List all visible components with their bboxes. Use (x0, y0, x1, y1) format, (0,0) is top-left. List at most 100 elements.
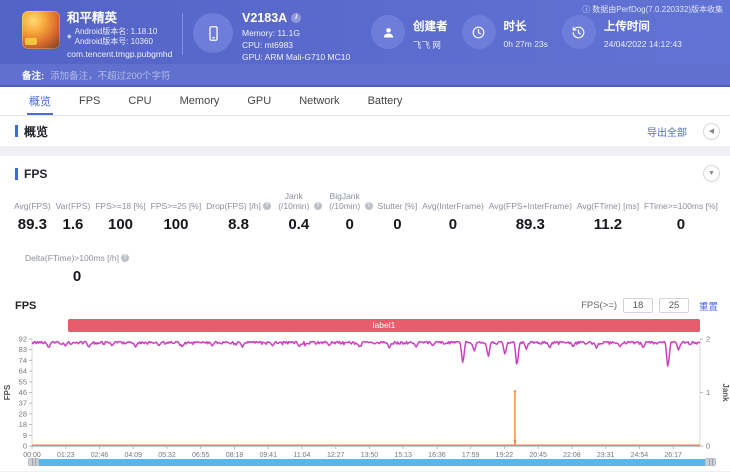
help-icon[interactable]: ? (364, 202, 373, 210)
collapse-section-button[interactable]: ▼ (703, 165, 720, 182)
stat-value: 0 (448, 216, 458, 233)
stat-avg-fps-: Avg(FPS) 89.3 (14, 191, 51, 233)
note-input[interactable]: 添加备注，不超过200个字符 (50, 68, 170, 82)
svg-text:Jank: Jank (721, 383, 730, 402)
svg-text:46: 46 (19, 388, 27, 397)
help-icon[interactable]: ? (313, 202, 322, 210)
device-info-icon[interactable]: i (291, 13, 302, 23)
stat-label: Jank (/10min) (278, 191, 310, 211)
creator-block: 创建者 飞飞 网 (371, 11, 448, 51)
device-info-block: V2183A i Memory: 11.1G CPU: mt6983 GPU: … (193, 11, 371, 63)
stat-label: Drop(FPS) [/h] (206, 201, 261, 211)
stat-bigjank-10min-: BigJank (/10min)? 0 (327, 191, 373, 233)
svg-text:28: 28 (19, 409, 27, 418)
svg-text:13:50: 13:50 (361, 452, 379, 458)
stat-stutter-: Stutter [%] 0 (378, 191, 418, 233)
upload-time-block: 上传时间 24/04/2022 14:12:43 (561, 11, 682, 49)
stat-value: 8.8 (228, 216, 249, 233)
upload-time-label: 上传时间 (603, 21, 650, 33)
svg-text:09:41: 09:41 (259, 452, 277, 458)
stat-label: FPS>=25 [%] (150, 201, 202, 211)
fps-chart-head: FPS FPS(>=) 重置 (0, 285, 730, 313)
person-icon (371, 15, 405, 49)
fps-section-head: FPS ▼ (0, 156, 730, 182)
help-icon[interactable]: ? (262, 202, 271, 210)
svg-text:74: 74 (19, 356, 27, 365)
perfdog-report-page: ⓘ 数据由PerfDog(7.0.220332)版本收集 和平精英 ◆ Andr… (0, 0, 730, 472)
creator-label: 创建者 (413, 21, 448, 33)
svg-text:20:45: 20:45 (529, 452, 547, 458)
stat-label: FPS>=18 [%] (95, 201, 146, 211)
stat-avg-fps-interframe-: Avg(FPS+InterFrame) 89.3 (489, 191, 572, 233)
chart-label-bar[interactable]: label1 (68, 319, 700, 332)
slider-left-handle[interactable] (28, 458, 39, 466)
duration-block: 时长 0h 27m 23s (461, 11, 548, 49)
svg-text:FPS: FPS (3, 384, 12, 400)
collapse-panel-button[interactable]: ◀ (703, 122, 720, 140)
fps-section-title: FPS (24, 166, 48, 181)
tab-GPU[interactable]: GPU (233, 87, 285, 115)
fps-threshold1-input[interactable] (622, 298, 653, 313)
tab-Memory[interactable]: Memory (166, 87, 234, 115)
tab-概览[interactable]: 概览 (15, 87, 65, 115)
svg-text:0: 0 (23, 442, 27, 451)
stat-value: 89.3 (17, 216, 47, 233)
tab-Network[interactable]: Network (285, 87, 353, 115)
section-bar (15, 125, 18, 137)
stat-value: 100 (163, 216, 189, 233)
stat-value: 0.4 (288, 216, 310, 233)
svg-text:37: 37 (19, 399, 27, 408)
svg-text:19:22: 19:22 (496, 452, 514, 458)
fps-threshold-label: FPS(>=) (581, 300, 617, 311)
app-info-block: 和平精英 ◆ Android版本名: 1.18.10 Android版本号: 1… (22, 11, 178, 59)
game-title: 和平精英 (67, 11, 118, 25)
overview-title: 概览 (24, 124, 49, 139)
tab-CPU[interactable]: CPU (114, 87, 165, 115)
section-bar (15, 167, 18, 180)
help-icon[interactable]: ? (120, 254, 129, 262)
svg-text:1: 1 (706, 388, 710, 397)
reset-link[interactable]: 重置 (699, 299, 718, 313)
slider-track[interactable] (39, 458, 705, 466)
svg-text:18: 18 (19, 420, 27, 429)
svg-text:15:13: 15:13 (394, 452, 412, 458)
metric-tabbar: 概览 FPS CPU Memory GPU Network Battery (0, 87, 730, 116)
device-cpu: CPU: mt6983 (242, 40, 294, 50)
stat-avg-interframe-: Avg(InterFrame) 0 (422, 191, 484, 233)
stat-value: 0 (345, 216, 354, 233)
stat-value: 1.6 (62, 216, 84, 233)
collect-note-text: 数据由PerfDog(7.0.220332)版本收集 (592, 5, 723, 14)
upload-time-value: 24/04/2022 14:12:43 (603, 39, 682, 49)
android-version-code: Android版本号: 10360 (74, 36, 153, 46)
collect-note: ⓘ 数据由PerfDog(7.0.220332)版本收集 (582, 4, 723, 15)
fps-line-chart[interactable]: 09182837465564748392FPS012Jank00:00 01:23… (0, 332, 730, 459)
stat-value: 100 (108, 216, 134, 233)
slider-right-handle[interactable] (705, 458, 716, 466)
stat-ftime-100ms-: FTime>=100ms [%] 0 (644, 191, 718, 233)
stat-label: Avg(InterFrame) (422, 201, 484, 211)
svg-text:23:31: 23:31 (597, 452, 615, 458)
stat-value: 0 (676, 216, 686, 233)
stat-label: Var(FPS) (55, 201, 91, 211)
game-app-icon (22, 11, 60, 49)
stat-label: Stutter [%] (377, 201, 418, 211)
android-version-name: Android版本名: 1.18.10 (74, 27, 158, 36)
svg-text:83: 83 (19, 345, 27, 354)
tab-FPS[interactable]: FPS (65, 87, 114, 115)
tab-Battery[interactable]: Battery (354, 87, 417, 115)
package-name: com.tencent.tmgp.pubgmhd (67, 49, 173, 59)
svg-text:11:04: 11:04 (293, 452, 310, 458)
stat-fps-25-: FPS>=25 [%] 100 (151, 191, 202, 233)
fps-threshold2-input[interactable] (658, 298, 689, 313)
phone-icon (193, 13, 233, 53)
svg-text:22:08: 22:08 (563, 452, 581, 458)
svg-text:64: 64 (19, 367, 27, 376)
stat-value: 89.3 (515, 216, 545, 233)
svg-text:2: 2 (706, 335, 710, 344)
info-icon: ⓘ (582, 5, 591, 14)
note-bar: 备注: 添加备注，不超过200个字符 (0, 64, 730, 87)
export-all-link[interactable]: 导出全部 (647, 124, 687, 139)
stat-fps-18-: FPS>=18 [%] 100 (95, 191, 146, 233)
clock-icon (461, 15, 496, 49)
chart-range-slider (28, 458, 716, 466)
